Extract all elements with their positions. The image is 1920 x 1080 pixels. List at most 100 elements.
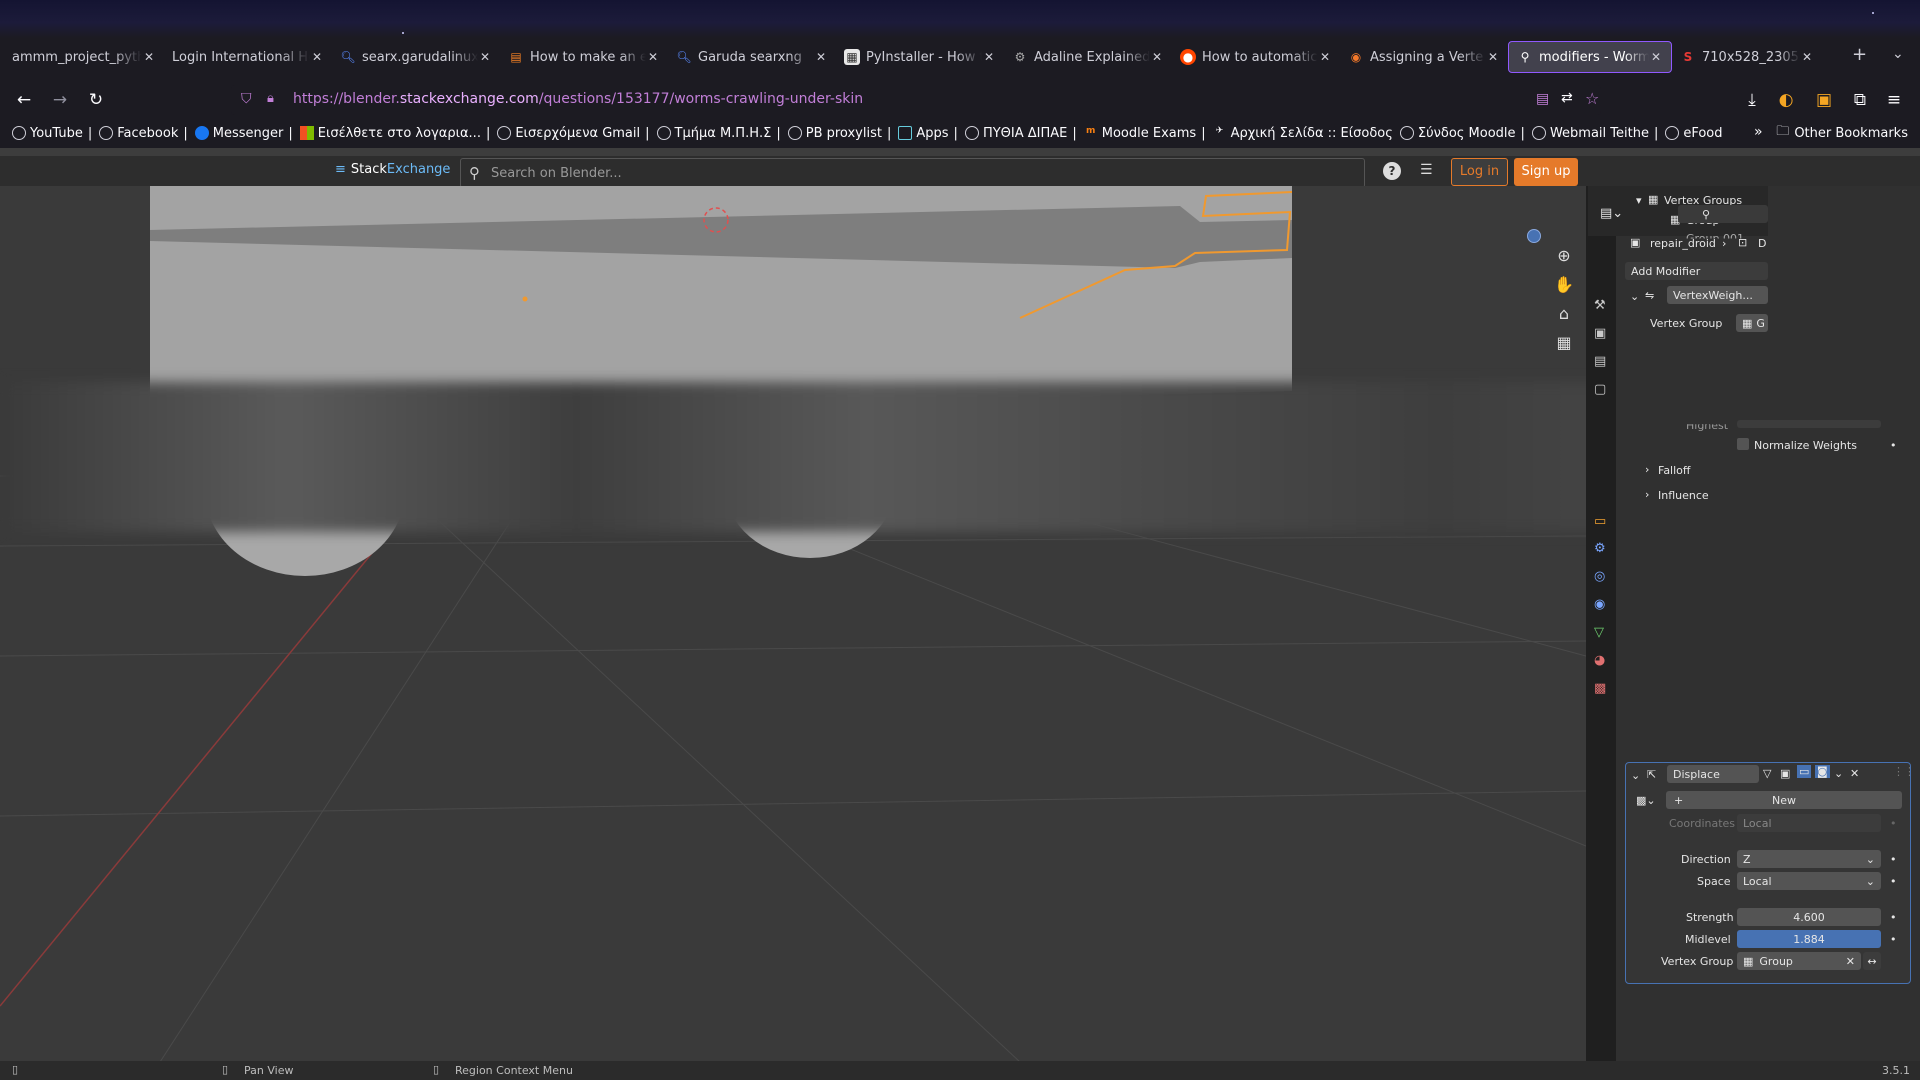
help-icon[interactable]: ? bbox=[1383, 162, 1401, 180]
tool-icon[interactable]: ⚒ bbox=[1594, 298, 1606, 313]
close-icon[interactable]: ✕ bbox=[310, 50, 324, 64]
bookmark-item[interactable]: Webmail Teithe | bbox=[1531, 126, 1658, 141]
other-bookmarks[interactable]: 🗀 Other Bookmarks bbox=[1776, 122, 1908, 144]
translate-icon[interactable]: ⇄ bbox=[1561, 90, 1573, 106]
normalize-weights-checkbox[interactable] bbox=[1737, 438, 1749, 450]
pan-hand-icon[interactable]: ✋ bbox=[1554, 275, 1574, 294]
falloff-panel[interactable]: Falloff bbox=[1658, 464, 1690, 477]
material-icon[interactable]: ◕ bbox=[1594, 653, 1605, 668]
bookmark-item[interactable]: YouTube | bbox=[12, 126, 92, 141]
collapse-icon[interactable]: ⌄ bbox=[1630, 290, 1639, 303]
viewport-display-icon[interactable]: ▭ bbox=[1797, 765, 1812, 778]
expand-icon[interactable]: ▾ bbox=[1636, 194, 1642, 207]
blender-viewport[interactable]: ⊕ ✋ ⌂ ▦ bbox=[0, 186, 1586, 1062]
url-bar[interactable]: ⛉ 🔒︎ https://blender.stackexchange.com/q… bbox=[231, 85, 1601, 115]
coordinates-dropdown[interactable]: Local bbox=[1737, 814, 1881, 832]
cage-icon[interactable]: ▣ bbox=[1780, 767, 1790, 780]
close-icon[interactable]: ✕ bbox=[478, 50, 492, 64]
bookmark-item[interactable]: Εισερχόμενα Gmail | bbox=[497, 126, 650, 141]
vw-vertex-group-field[interactable]: ▦ G bbox=[1736, 314, 1768, 332]
bookmark-item[interactable]: Τμήμα Μ.Π.Η.Σ | bbox=[656, 126, 781, 141]
editor-type-icon[interactable]: ▤⌄ bbox=[1600, 206, 1623, 221]
reload-icon[interactable]: ↻ bbox=[84, 88, 108, 112]
search-input[interactable]: ⚲ Search on Blender... bbox=[460, 158, 1365, 188]
bookmark-item[interactable]: PB proxylist | bbox=[787, 126, 891, 141]
object-icon[interactable]: ▭ bbox=[1594, 514, 1606, 529]
clear-icon[interactable]: ✕ bbox=[1846, 955, 1855, 968]
menu-icon[interactable]: ≡ bbox=[1882, 88, 1906, 112]
space-dropdown[interactable]: Local ⌄ bbox=[1737, 872, 1881, 890]
invert-toggle[interactable]: ↔ bbox=[1863, 952, 1881, 970]
influence-panel[interactable]: Influence bbox=[1658, 489, 1709, 502]
tab[interactable]: Login International He ✕ bbox=[164, 41, 332, 73]
physics-icon[interactable]: ◉ bbox=[1594, 597, 1605, 612]
object-name[interactable]: repair_droid bbox=[1650, 237, 1716, 250]
close-icon[interactable]: ✕ bbox=[646, 50, 660, 64]
particles-icon[interactable]: ◎ bbox=[1594, 569, 1605, 584]
keyframe-dot-icon[interactable]: • bbox=[1890, 911, 1897, 924]
forward-icon[interactable]: → bbox=[48, 88, 72, 112]
grid-view-icon[interactable]: ▦ bbox=[1556, 333, 1571, 352]
new-texture-button[interactable]: + New bbox=[1666, 791, 1902, 809]
list-tabs-icon[interactable]: ⌄ bbox=[1892, 46, 1904, 62]
stackexchange-logo[interactable]: ≡ Stack Exchange bbox=[335, 162, 450, 177]
tab[interactable]: S 710x528_2305203!✕ bbox=[1672, 41, 1822, 73]
close-icon[interactable]: ✕ bbox=[1800, 50, 1814, 64]
zoom-icon[interactable]: ⊕ bbox=[1557, 246, 1570, 265]
tab[interactable]: 🔍︎ searx.garudalinux. ✕ bbox=[332, 41, 500, 73]
edit-mode-icon[interactable]: ▽ bbox=[1763, 767, 1771, 780]
output-icon[interactable]: ▤ bbox=[1594, 354, 1606, 369]
close-icon[interactable]: ✕ bbox=[814, 50, 828, 64]
highest-field[interactable] bbox=[1737, 420, 1881, 428]
view-layer-icon[interactable]: ▢ bbox=[1594, 382, 1606, 397]
tab-active[interactable]: ⚲ modifiers - Worms ✕ bbox=[1508, 41, 1672, 73]
tab[interactable]: 🔍︎ Garuda searxng ✕ bbox=[668, 41, 836, 73]
mesh-data-name[interactable]: D bbox=[1758, 237, 1766, 250]
displace-vertex-group-field[interactable]: ▦ Group ✕ bbox=[1737, 952, 1861, 970]
tab[interactable]: ● How to automatic ✕ bbox=[1172, 41, 1340, 73]
tab[interactable]: ◉ Assigning a Verte ✕ bbox=[1340, 41, 1508, 73]
bookmark-item[interactable]: Apps | bbox=[898, 126, 958, 141]
modifier-wrench-icon[interactable]: ⚙ bbox=[1594, 541, 1606, 556]
close-icon[interactable]: ✕ bbox=[1150, 50, 1164, 64]
bookmark-item[interactable]: eFood bbox=[1665, 126, 1723, 141]
data-icon[interactable]: ▽ bbox=[1594, 625, 1604, 640]
dropdown-icon[interactable]: ⌄ bbox=[1834, 767, 1843, 780]
texture-browse-icon[interactable]: ▩⌄ bbox=[1636, 794, 1656, 807]
keyframe-dot-icon[interactable]: • bbox=[1890, 853, 1897, 866]
tab[interactable]: ammm_project_pytho ✕ bbox=[4, 41, 164, 73]
tab[interactable]: ▦ PyInstaller - How t ✕ bbox=[836, 41, 1004, 73]
add-modifier-button[interactable]: Add Modifier bbox=[1625, 262, 1768, 280]
keyframe-dot-icon[interactable]: • bbox=[1890, 439, 1897, 452]
properties-search[interactable]: ⚲ bbox=[1678, 205, 1768, 223]
extensions-puzzle-icon[interactable]: ⧉ bbox=[1848, 88, 1872, 112]
strength-field[interactable]: 4.600 bbox=[1737, 908, 1881, 926]
bookmark-item[interactable]: Εισέλθετε στο λογαρια... | bbox=[299, 126, 490, 141]
expand-icon[interactable]: › bbox=[1645, 463, 1649, 476]
displace-name-field[interactable]: Displace bbox=[1667, 765, 1759, 783]
bookmark-item[interactable]: Messenger | bbox=[194, 126, 293, 141]
drag-handle-icon[interactable]: ⋮⋮ bbox=[1893, 765, 1915, 778]
render-icon[interactable]: ▣ bbox=[1594, 326, 1606, 341]
keyframe-dot-icon[interactable]: • bbox=[1890, 875, 1897, 888]
close-icon[interactable]: ✕ bbox=[1850, 767, 1859, 780]
back-icon[interactable]: ← bbox=[12, 88, 36, 112]
expand-icon[interactable]: › bbox=[1645, 488, 1649, 501]
tab[interactable]: ▤ How to make an e ✕ bbox=[500, 41, 668, 73]
navigation-gizmo-dot[interactable] bbox=[1527, 229, 1541, 243]
extension-icon[interactable]: ◐ bbox=[1774, 88, 1798, 112]
bookmarks-overflow-icon[interactable]: » bbox=[1754, 124, 1763, 140]
close-icon[interactable]: ✕ bbox=[1649, 50, 1663, 64]
bookmark-item[interactable]: ΠΥΘΙΑ ΔΙΠΑΕ | bbox=[964, 126, 1077, 141]
sites-icon[interactable]: ☰ bbox=[1420, 162, 1438, 178]
collapse-icon[interactable]: ⌄ bbox=[1631, 769, 1640, 782]
render-camera-icon[interactable]: ◙ bbox=[1815, 765, 1830, 778]
camera-icon[interactable]: ⌂ bbox=[1559, 304, 1569, 323]
notification-extension-icon[interactable]: ▣ bbox=[1812, 88, 1836, 112]
keyframe-dot-icon[interactable]: • bbox=[1890, 933, 1897, 946]
bookmark-star-icon[interactable]: ☆ bbox=[1585, 89, 1599, 108]
bookmark-item[interactable]: Σύνδος Moodle | bbox=[1399, 126, 1525, 141]
direction-dropdown[interactable]: Z ⌄ bbox=[1737, 850, 1881, 868]
new-tab-icon[interactable]: + bbox=[1852, 44, 1867, 65]
signup-button[interactable]: Sign up bbox=[1514, 158, 1578, 186]
